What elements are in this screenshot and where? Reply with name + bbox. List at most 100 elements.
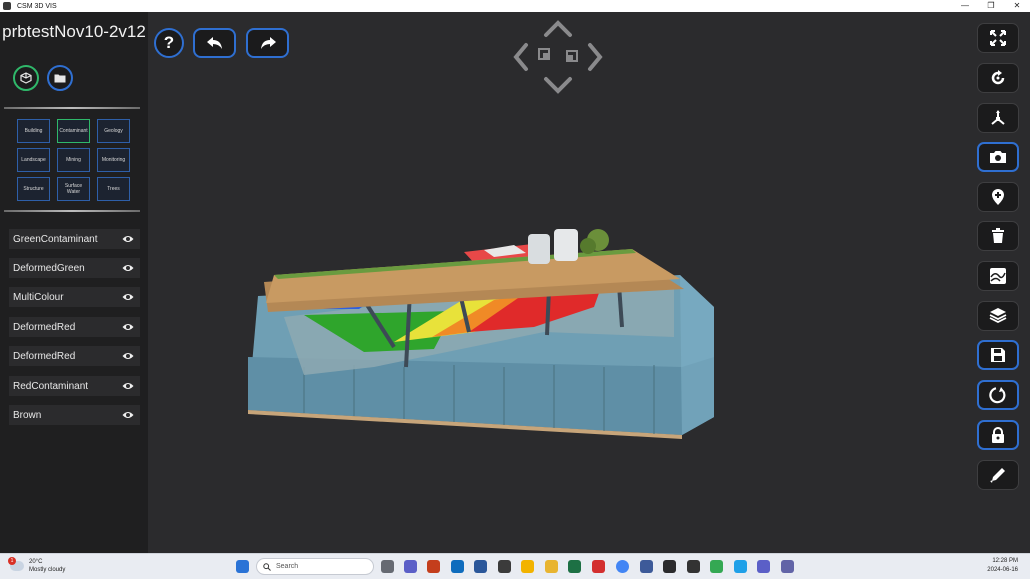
cube-icon	[20, 72, 32, 84]
fit-view-button[interactable]	[977, 23, 1019, 53]
app-icon[interactable]	[781, 560, 794, 573]
pencil-icon	[990, 468, 1005, 483]
screenshot-button[interactable]	[977, 142, 1019, 172]
layers-cube-icon	[989, 308, 1007, 324]
google-drive-icon[interactable]	[710, 560, 723, 573]
category-grid: Building Contaminant Geology Landscape M…	[17, 119, 133, 201]
floppy-disk-icon	[991, 348, 1005, 362]
axes-icon	[991, 110, 1005, 125]
eye-icon[interactable]	[122, 234, 134, 244]
edit-button[interactable]	[977, 460, 1019, 490]
undo-icon	[206, 37, 222, 49]
3d-model[interactable]	[244, 217, 720, 445]
app-icon[interactable]	[498, 560, 511, 573]
lock-icon	[992, 426, 1004, 443]
app-icon[interactable]	[663, 560, 676, 573]
map-layer-icon	[990, 268, 1006, 284]
rotate-icon	[991, 70, 1005, 85]
folder-button[interactable]	[47, 65, 73, 91]
category-contaminant[interactable]: Contaminant	[57, 119, 90, 143]
eye-icon[interactable]	[122, 351, 134, 361]
category-surface-water[interactable]: Surface Water	[57, 177, 90, 201]
axes-button[interactable]	[977, 103, 1019, 133]
category-trees[interactable]: Trees	[97, 177, 130, 201]
system-tray[interactable]: 12:28 PM 2024-06-16	[987, 557, 1018, 575]
add-marker-button[interactable]	[977, 182, 1019, 212]
csm-3d-vis-icon[interactable]	[687, 560, 700, 573]
redo-icon	[260, 37, 276, 49]
clock-time: 12:28 PM	[992, 558, 1018, 564]
layer-item[interactable]: MultiColour	[9, 287, 140, 307]
search-placeholder: Search	[276, 563, 299, 570]
rotate-view-button[interactable]	[977, 63, 1019, 93]
category-landscape[interactable]: Landscape	[17, 148, 50, 172]
layer-item[interactable]: DeformedGreen	[9, 258, 140, 278]
excel-icon[interactable]	[568, 560, 581, 573]
3d-viewport[interactable]: ?	[148, 12, 1030, 553]
restore-button[interactable]: ❐	[978, 0, 1004, 12]
reset-button[interactable]	[977, 380, 1019, 410]
close-button[interactable]: ✕	[1004, 0, 1030, 12]
task-view-icon[interactable]	[381, 560, 394, 573]
windows-start-icon[interactable]	[236, 560, 249, 573]
eye-icon[interactable]	[122, 410, 134, 420]
map-pin-plus-icon	[992, 189, 1004, 205]
word-icon[interactable]	[474, 560, 487, 573]
layer-item[interactable]: GreenContaminant	[9, 229, 140, 249]
layer-label: GreenContaminant	[13, 233, 98, 245]
pan-right-arrow-icon	[588, 43, 603, 71]
sticky-notes-icon[interactable]	[521, 560, 534, 573]
chrome-icon[interactable]	[616, 560, 629, 573]
folder-icon	[54, 74, 66, 83]
app-icon[interactable]	[640, 560, 653, 573]
sidebar: prbtestNov10-2v12 Building Contaminant G…	[0, 12, 148, 553]
minimize-button[interactable]: —	[952, 0, 978, 12]
eye-icon[interactable]	[122, 322, 134, 332]
delete-button[interactable]	[977, 221, 1019, 251]
model-button[interactable]	[13, 65, 39, 91]
help-button[interactable]: ?	[154, 28, 184, 58]
weather-widget[interactable]: 1 20°C Mostly cloudy	[8, 557, 66, 574]
navigation-pad[interactable]	[510, 17, 606, 97]
teams-icon[interactable]	[757, 560, 770, 573]
layer-label: RedContaminant	[13, 380, 89, 392]
category-building[interactable]: Building	[17, 119, 50, 143]
layer-item[interactable]: Brown	[9, 405, 140, 425]
file-explorer-icon[interactable]	[545, 560, 558, 573]
layers-stack-button[interactable]	[977, 301, 1019, 331]
category-mining[interactable]: Mining	[57, 148, 90, 172]
layer-label: DeformedRed	[13, 321, 76, 333]
save-button[interactable]	[977, 340, 1019, 370]
layer-label: DeformedGreen	[13, 262, 85, 274]
layer-label: DeformedRed	[13, 350, 76, 362]
undo-button[interactable]	[193, 28, 236, 58]
layer-label: Brown	[13, 409, 42, 421]
eye-icon[interactable]	[122, 292, 134, 302]
camera-icon	[990, 151, 1006, 163]
category-monitoring[interactable]: Monitoring	[97, 148, 130, 172]
layer-item[interactable]: DeformedRed	[9, 346, 140, 366]
taskbar: 1 20°C Mostly cloudy Search 12:28 PM 202…	[0, 553, 1030, 579]
eye-icon[interactable]	[122, 381, 134, 391]
project-title: prbtestNov10-2v12	[2, 22, 146, 41]
map-layer-button[interactable]	[977, 261, 1019, 291]
lock-button[interactable]	[977, 420, 1019, 450]
layer-label: MultiColour	[13, 291, 64, 303]
edge-icon[interactable]	[734, 560, 747, 573]
expand-arrows-icon	[990, 30, 1006, 46]
taskbar-search[interactable]: Search	[256, 558, 374, 575]
outlook-icon[interactable]	[451, 560, 464, 573]
teams-chat-icon[interactable]	[404, 560, 417, 573]
acrobat-icon[interactable]	[592, 560, 605, 573]
weather-description: Mostly cloudy	[29, 567, 66, 573]
pan-down-arrow-icon	[544, 77, 572, 94]
category-geology[interactable]: Geology	[97, 119, 130, 143]
redo-button[interactable]	[246, 28, 289, 58]
category-structure[interactable]: Structure	[17, 177, 50, 201]
powerpoint-icon[interactable]	[427, 560, 440, 573]
window-controls: — ❐ ✕	[952, 0, 1030, 12]
app-logo-icon	[3, 2, 11, 10]
layer-item[interactable]: RedContaminant	[9, 376, 140, 396]
layer-item[interactable]: DeformedRed	[9, 317, 140, 337]
eye-icon[interactable]	[122, 263, 134, 273]
